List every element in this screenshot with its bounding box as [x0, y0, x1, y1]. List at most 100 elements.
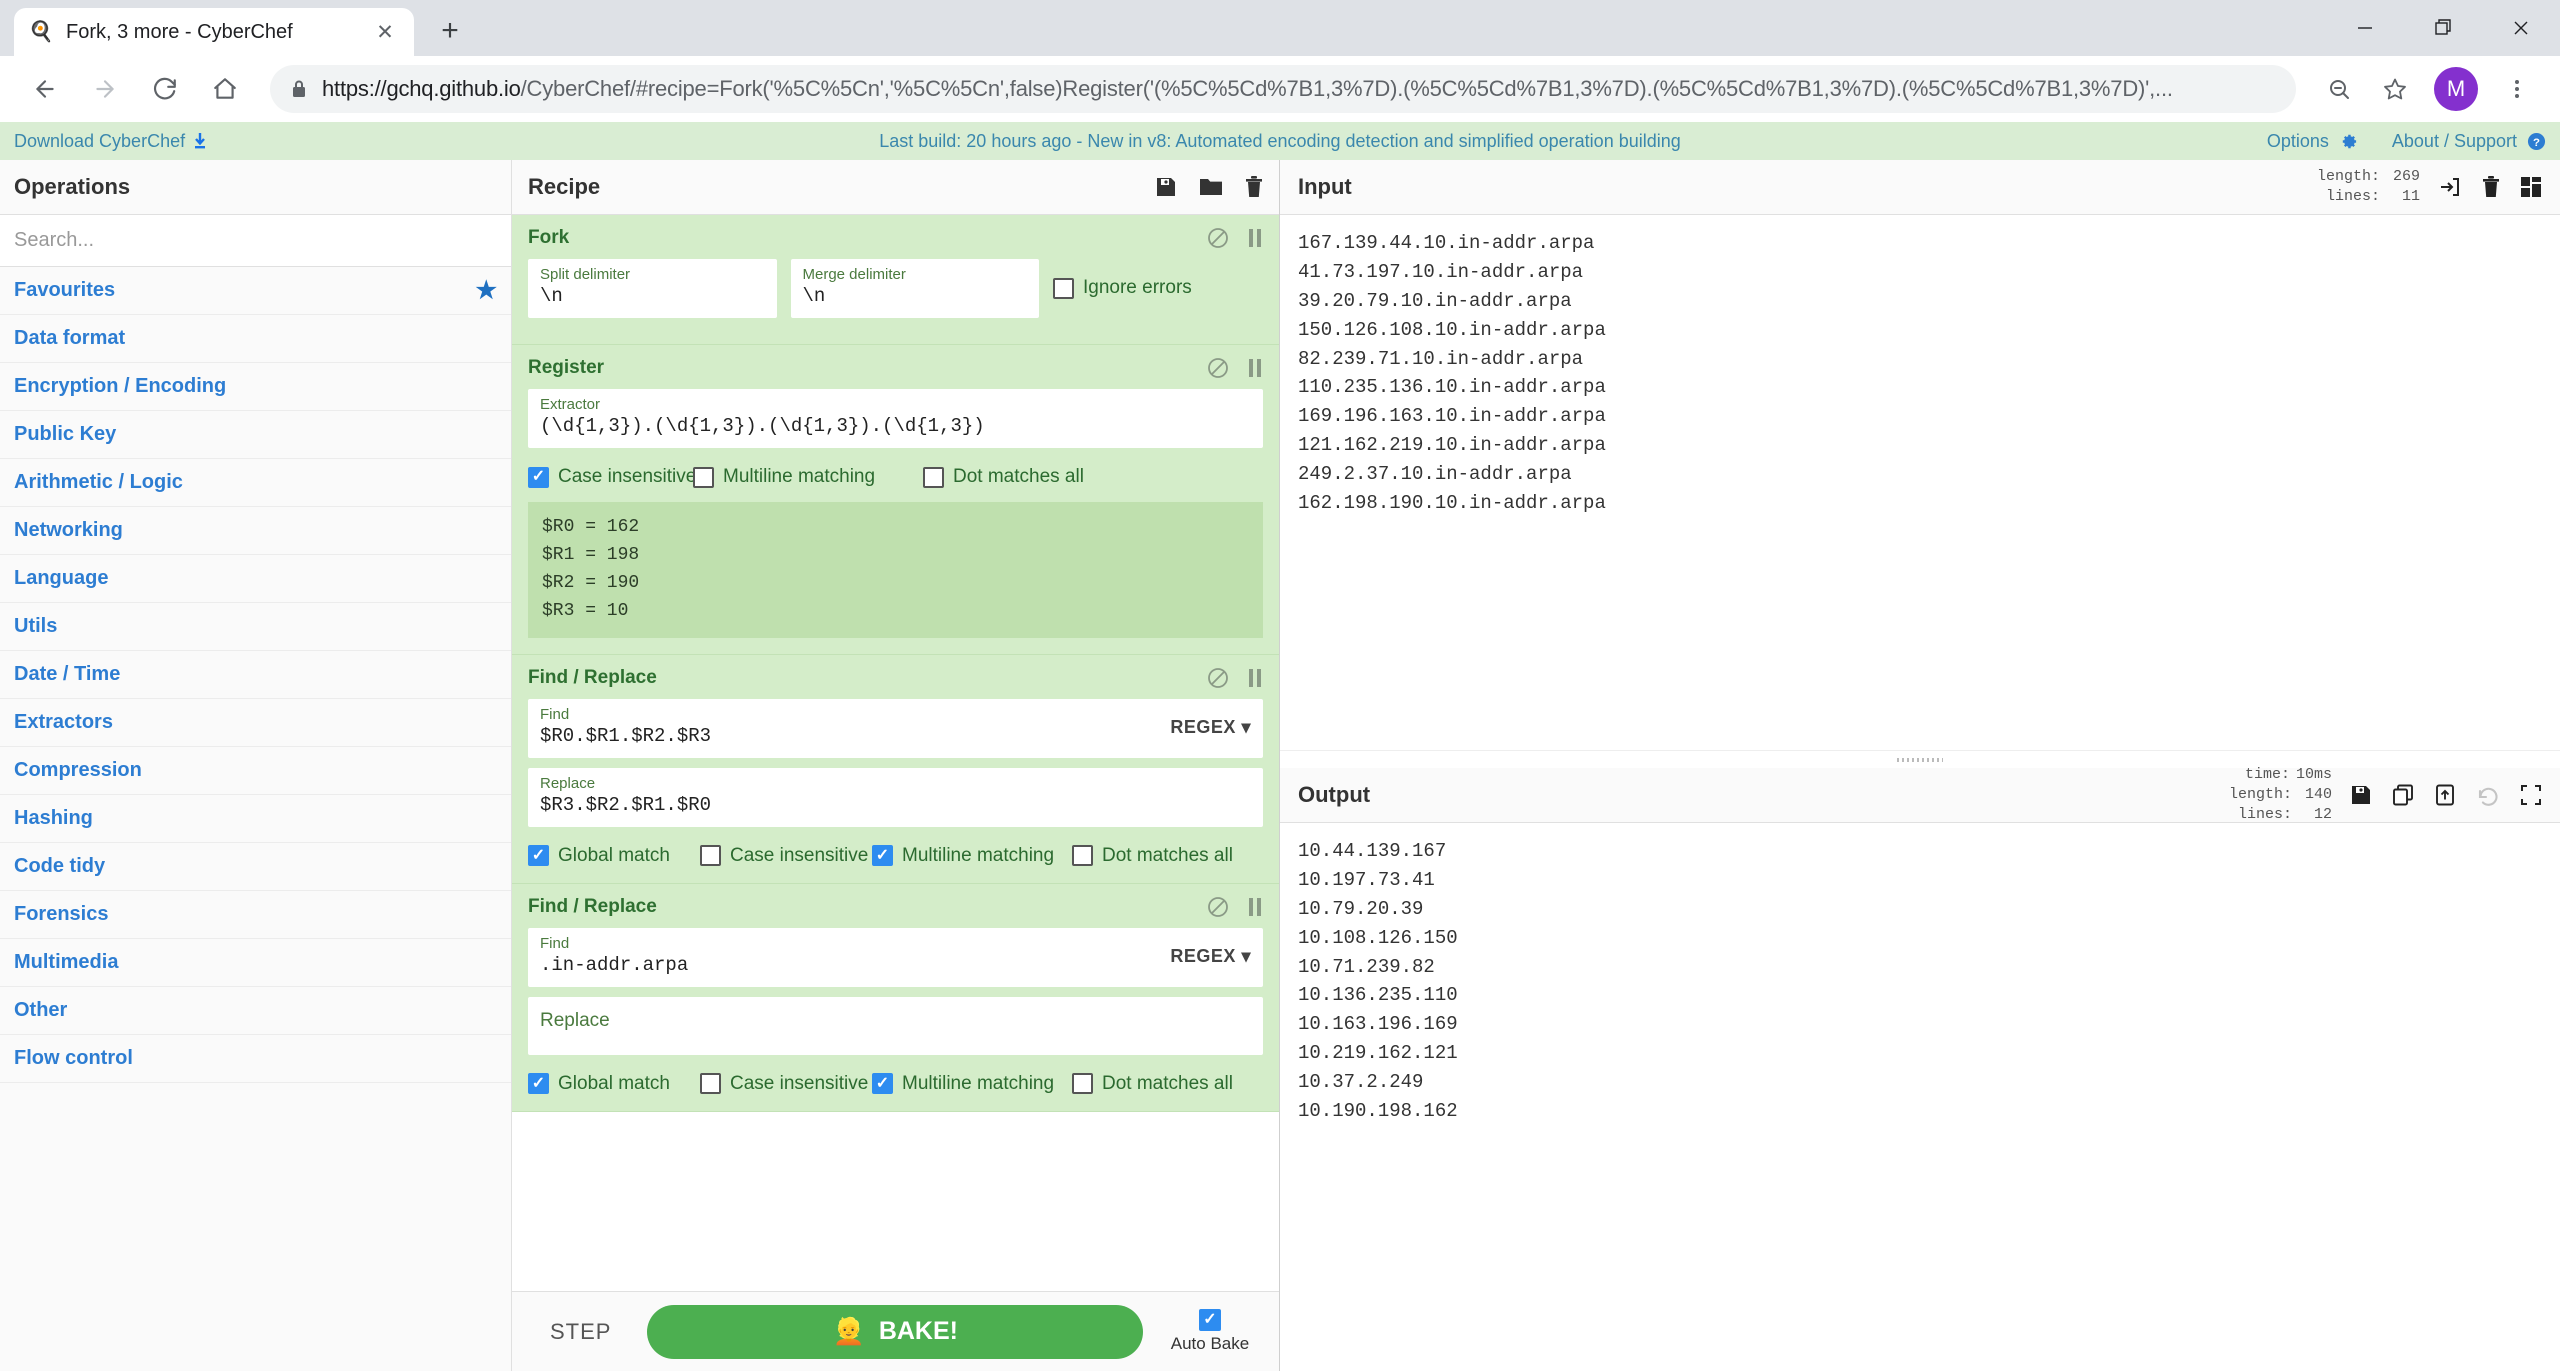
- options-link[interactable]: Options: [2267, 131, 2329, 152]
- new-tab-button[interactable]: +: [428, 9, 472, 53]
- recipe-pane: Recipe Fork Split delimiter \n Merge del…: [512, 160, 1280, 1371]
- disable-op-icon[interactable]: [1207, 227, 1229, 249]
- browser-menu-icon[interactable]: [2492, 64, 2542, 114]
- fork-ignore-errors-checkbox[interactable]: Ignore errors: [1053, 259, 1263, 299]
- sidebar-item-public-key[interactable]: Public Key: [0, 411, 511, 459]
- undo-icon[interactable]: [2476, 783, 2500, 807]
- build-info-text[interactable]: Last build: 20 hours ago - New in v8: Au…: [879, 131, 1681, 151]
- findreplace1-global-match-checkbox[interactable]: Global match: [528, 845, 700, 867]
- tab-title: Fork, 3 more - CyberChef: [66, 20, 293, 43]
- sidebar-item-extractors[interactable]: Extractors: [0, 699, 511, 747]
- browser-tab[interactable]: 🍳 Fork, 3 more - CyberChef ✕: [14, 8, 414, 56]
- save-recipe-icon[interactable]: [1155, 176, 1177, 198]
- findreplace2-case-insensitive-checkbox[interactable]: Case insensitive: [700, 1073, 872, 1095]
- sidebar-item-compression[interactable]: Compression: [0, 747, 511, 795]
- io-splitter-handle[interactable]: [1280, 750, 2560, 768]
- output-textarea[interactable]: 10.44.139.167 10.197.73.41 10.79.20.39 1…: [1280, 823, 2560, 1371]
- save-output-icon[interactable]: [2350, 784, 2372, 806]
- load-recipe-folder-icon[interactable]: [1199, 176, 1223, 198]
- zoom-out-icon[interactable]: [2314, 64, 2364, 114]
- operations-search-input[interactable]: [0, 215, 511, 267]
- sidebar-item-encryption-encoding[interactable]: Encryption / Encoding: [0, 363, 511, 411]
- breakpoint-pause-icon[interactable]: [1247, 228, 1263, 248]
- recipe-op-find-replace-2[interactable]: Find / Replace Find .in-addr.arpa REGEX …: [512, 883, 1279, 1112]
- findreplace2-replace-field[interactable]: Replace: [528, 996, 1263, 1055]
- breakpoint-pause-icon[interactable]: [1247, 668, 1263, 688]
- input-lines-key: lines:: [2325, 188, 2380, 205]
- sidebar-item-forensics[interactable]: Forensics: [0, 891, 511, 939]
- bookmark-star-icon[interactable]: [2370, 64, 2420, 114]
- replace-input-with-output-icon[interactable]: [2434, 784, 2456, 806]
- findreplace1-replace-field[interactable]: Replace $R3.$R2.$R1.$R0: [528, 767, 1263, 827]
- breakpoint-pause-icon[interactable]: [1247, 897, 1263, 917]
- sidebar-item-date-time[interactable]: Date / Time: [0, 651, 511, 699]
- sidebar-item-networking[interactable]: Networking: [0, 507, 511, 555]
- download-icon[interactable]: [193, 132, 207, 150]
- findreplace1-mode-dropdown[interactable]: REGEX ▾: [1156, 717, 1251, 738]
- findreplace2-multiline-matching-checkbox[interactable]: Multiline matching: [872, 1073, 1072, 1095]
- disable-op-icon[interactable]: [1207, 667, 1229, 689]
- download-cyberchef-label[interactable]: Download CyberChef: [14, 131, 185, 152]
- sidebar-item-arithmetic-logic[interactable]: Arithmetic / Logic: [0, 459, 511, 507]
- gear-icon[interactable]: [2339, 132, 2358, 151]
- register-extractor-field[interactable]: Extractor (\d{1,3}).(\d{1,3}).(\d{1,3}).…: [528, 389, 1263, 448]
- output-title: Output: [1298, 782, 1371, 807]
- address-bar[interactable]: https://gchq.github.io/CyberChef/#recipe…: [270, 65, 2296, 113]
- sidebar-item-other[interactable]: Other: [0, 987, 511, 1035]
- sidebar-item-code-tidy[interactable]: Code tidy: [0, 843, 511, 891]
- disable-op-icon[interactable]: [1207, 357, 1229, 379]
- findreplace2-replace-placeholder: Replace: [540, 1009, 610, 1031]
- back-icon[interactable]: [18, 62, 72, 116]
- sidebar-item-utils[interactable]: Utils: [0, 603, 511, 651]
- open-file-as-input-icon[interactable]: [2438, 175, 2462, 199]
- sidebar-item-data-format[interactable]: Data format: [0, 315, 511, 363]
- copy-output-icon[interactable]: [2392, 784, 2414, 806]
- disable-op-icon[interactable]: [1207, 896, 1229, 918]
- clear-recipe-trash-icon[interactable]: [1245, 176, 1263, 198]
- breakpoint-pause-icon[interactable]: [1247, 358, 1263, 378]
- about-support-link[interactable]: About / Support: [2392, 131, 2517, 152]
- recipe-op-find-replace-1[interactable]: Find / Replace Find $R0.$R1.$R2.$R3 REGE…: [512, 654, 1279, 884]
- fork-merge-delimiter-field[interactable]: Merge delimiter \n: [790, 259, 1039, 318]
- download-cyberchef-link[interactable]: Download CyberChef: [14, 131, 207, 152]
- profile-avatar[interactable]: M: [2434, 67, 2478, 111]
- sidebar-item-flow-control[interactable]: Flow control: [0, 1035, 511, 1083]
- register-multiline-matching-checkbox[interactable]: Multiline matching: [693, 466, 923, 488]
- chef-hat-icon: 🍳: [28, 21, 54, 43]
- recipe-op-register[interactable]: Register Extractor (\d{1,3}).(\d{1,3}).(…: [512, 345, 1279, 655]
- tab-close-icon[interactable]: ✕: [370, 17, 400, 47]
- findreplace2-dot-matches-all-checkbox[interactable]: Dot matches all: [1072, 1073, 1244, 1095]
- sidebar-item-hashing[interactable]: Hashing: [0, 795, 511, 843]
- home-icon[interactable]: [198, 62, 252, 116]
- auto-bake-toggle[interactable]: Auto Bake: [1163, 1309, 1257, 1354]
- register-case-insensitive-checkbox[interactable]: Case insensitive: [528, 466, 696, 488]
- maximize-icon[interactable]: [2404, 0, 2482, 56]
- ops-category-label: Encryption / Encoding: [14, 375, 227, 397]
- clear-io-trash-icon[interactable]: [2482, 176, 2500, 198]
- recipe-op-fork[interactable]: Fork Split delimiter \n Merge delimiter …: [512, 215, 1279, 345]
- bake-button[interactable]: 👱 BAKE!: [647, 1304, 1143, 1359]
- add-new-input-tab-icon[interactable]: [2520, 176, 2542, 198]
- findreplace1-dot-matches-all-checkbox[interactable]: Dot matches all: [1072, 845, 1244, 867]
- output-length-value: 140: [2304, 785, 2332, 803]
- fork-split-delimiter-field[interactable]: Split delimiter \n: [528, 259, 777, 318]
- findreplace2-global-match-checkbox[interactable]: Global match: [528, 1073, 700, 1095]
- maximise-output-icon[interactable]: [2520, 784, 2542, 806]
- register-dot-matches-all-checkbox[interactable]: Dot matches all: [923, 466, 1088, 488]
- input-textarea[interactable]: 167.139.44.10.in-addr.arpa 41.73.197.10.…: [1280, 215, 2560, 750]
- sidebar-item-language[interactable]: Language: [0, 555, 511, 603]
- step-button[interactable]: STEP: [534, 1319, 627, 1345]
- findreplace2-find-field[interactable]: Find .in-addr.arpa REGEX ▾: [528, 927, 1263, 987]
- sidebar-item-multimedia[interactable]: Multimedia: [0, 939, 511, 987]
- reload-icon[interactable]: [138, 62, 192, 116]
- findreplace1-find-field[interactable]: Find $R0.$R1.$R2.$R3 REGEX ▾: [528, 698, 1263, 758]
- close-icon[interactable]: [2482, 0, 2560, 56]
- findreplace1-case-insensitive-checkbox[interactable]: Case insensitive: [700, 845, 872, 867]
- findreplace1-multiline-matching-checkbox[interactable]: Multiline matching: [872, 845, 1072, 867]
- help-icon[interactable]: ?: [2527, 132, 2546, 151]
- sidebar-item-favourites[interactable]: Favourites ★: [0, 267, 511, 315]
- forward-icon[interactable]: [78, 62, 132, 116]
- findreplace2-mode-dropdown[interactable]: REGEX ▾: [1156, 946, 1251, 967]
- chef-icon: 👱: [832, 1316, 865, 1346]
- minimize-icon[interactable]: [2326, 0, 2404, 56]
